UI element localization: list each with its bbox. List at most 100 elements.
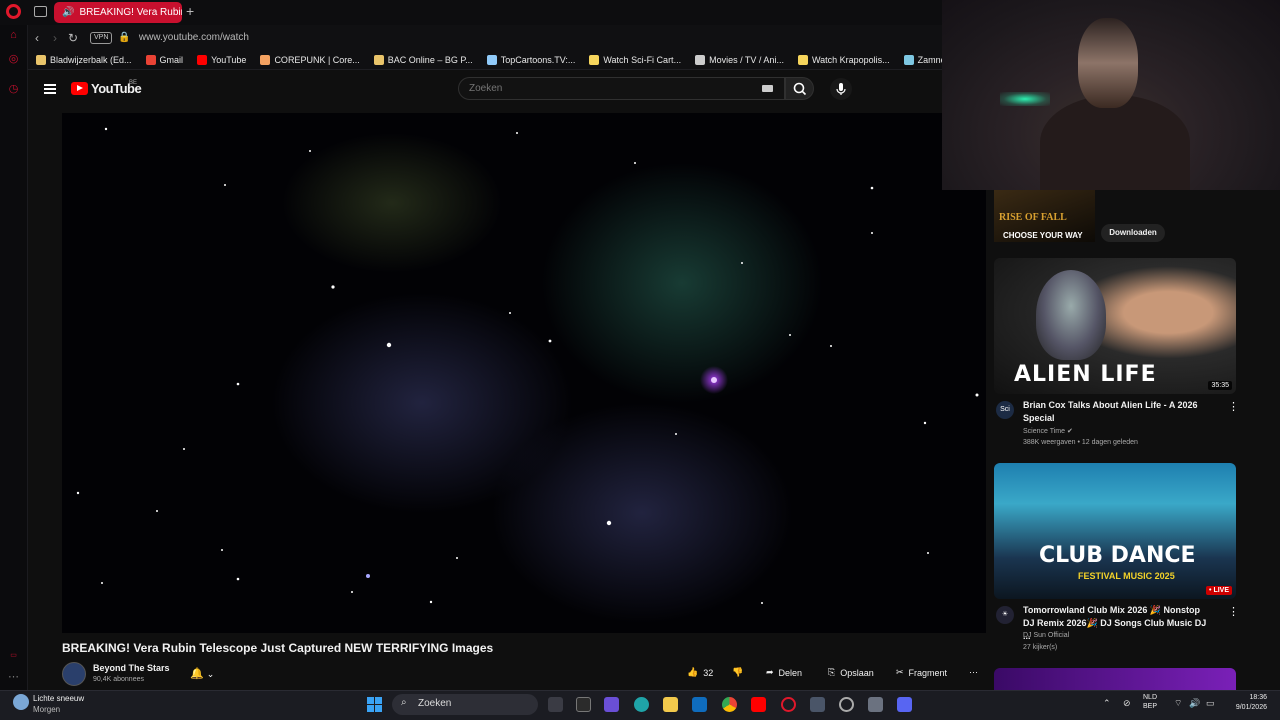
thumbnail-text: ALIEN LIFE bbox=[1014, 362, 1157, 387]
settings-gear-icon[interactable] bbox=[868, 697, 883, 712]
search-icon bbox=[793, 82, 807, 96]
weather-snow-icon[interactable] bbox=[13, 694, 29, 710]
live-label: LIVE bbox=[1213, 587, 1229, 594]
thumbnail-subtext: FESTIVAL MUSIC 2025 bbox=[1078, 571, 1175, 581]
volume-icon[interactable]: 🔊 bbox=[1189, 698, 1200, 709]
calculator-icon[interactable] bbox=[810, 697, 825, 712]
bookmark-item[interactable]: Movies / TV / Ani... bbox=[695, 54, 784, 65]
channel-avatar[interactable]: Sci bbox=[996, 401, 1014, 419]
teams-icon[interactable] bbox=[604, 697, 619, 712]
edge-icon[interactable] bbox=[634, 697, 649, 712]
bookmark-item[interactable]: Watch Krapopolis... bbox=[797, 54, 890, 65]
history-icon[interactable]: ◷ bbox=[7, 83, 20, 96]
bookmark-item[interactable]: TopCartoons.TV:... bbox=[486, 54, 575, 65]
input-language[interactable]: NLD BEP bbox=[1143, 693, 1157, 711]
thumbs-down-icon: 👎 bbox=[732, 667, 744, 677]
bookmark-icon: ⎘ bbox=[828, 667, 836, 677]
chrome-icon[interactable] bbox=[722, 697, 737, 712]
back-icon[interactable]: ‹ bbox=[28, 31, 46, 45]
search-button[interactable] bbox=[785, 77, 814, 100]
recommendation-thumbnail-2[interactable]: CLUB DANCE FESTIVAL MUSIC 2025 • LIVE bbox=[994, 463, 1236, 599]
channel-avatar-sun-icon[interactable]: ☀ bbox=[996, 606, 1014, 624]
share-button[interactable]: ➦ Delen bbox=[766, 667, 802, 678]
like-button[interactable]: 👍 32 bbox=[687, 667, 713, 678]
discord-icon[interactable] bbox=[897, 697, 912, 712]
forward-icon[interactable]: › bbox=[46, 31, 64, 45]
bookmark-item[interactable]: Bladwijzerbalk (Ed... bbox=[36, 54, 132, 65]
battery-icon[interactable]: ▭ bbox=[1206, 698, 1215, 709]
bookmark-item[interactable]: Watch Sci-Fi Cart... bbox=[589, 54, 682, 65]
bookmark-item[interactable]: COREPUNK | Core... bbox=[260, 54, 360, 65]
save-button[interactable]: ⎘ Opslaan bbox=[828, 667, 874, 678]
outlook-icon[interactable] bbox=[692, 697, 707, 712]
active-tab[interactable]: 🔊 BREAKING! Vera Rubin bbox=[54, 2, 182, 23]
keyboard-layout: BEP bbox=[1143, 703, 1158, 710]
bookmark-item[interactable]: YouTube bbox=[197, 54, 246, 65]
recommendation-thumbnail-3[interactable] bbox=[994, 668, 1236, 690]
video-player[interactable] bbox=[62, 113, 986, 633]
chevron-down-icon: ⌄ bbox=[206, 669, 215, 679]
voice-search-button[interactable] bbox=[830, 78, 852, 100]
bookmark-label: COREPUNK | Core... bbox=[274, 54, 360, 65]
opera-taskbar-icon[interactable] bbox=[781, 697, 796, 712]
clock[interactable]: 18:36 9/01/2026 bbox=[1223, 693, 1267, 713]
taskbar-search-label: Zoeken bbox=[418, 698, 452, 709]
vpn-badge[interactable]: VPN bbox=[90, 31, 113, 44]
clock-date: 9/01/2026 bbox=[1235, 704, 1267, 711]
recommendation-title-1[interactable]: Brian Cox Talks About Alien Life - A 202… bbox=[1023, 399, 1213, 425]
more-actions-button[interactable]: ⋯ bbox=[969, 667, 978, 678]
active-tab-title: BREAKING! Vera Rubin bbox=[79, 7, 182, 18]
sidebar-badge-icon[interactable]: ▭ bbox=[7, 649, 20, 662]
bookmark-favicon-icon bbox=[36, 54, 46, 65]
new-tab-button[interactable]: + bbox=[186, 3, 194, 19]
thumbs-up-icon: 👍 bbox=[687, 667, 699, 677]
windows-start-icon[interactable] bbox=[367, 697, 382, 712]
bookmark-favicon-icon bbox=[695, 54, 706, 65]
network-icon[interactable]: ⊘ bbox=[1123, 698, 1131, 709]
channel-name[interactable]: Beyond The Stars bbox=[93, 663, 170, 673]
kebab-menu-icon[interactable]: ⋮ bbox=[1228, 605, 1239, 618]
download-button[interactable]: Downloaden bbox=[1101, 224, 1165, 242]
bookmark-label: Watch Sci-Fi Cart... bbox=[603, 54, 682, 65]
file-explorer-icon[interactable] bbox=[663, 697, 678, 712]
recommendation-channel-1[interactable]: Science Time ✔ bbox=[1023, 427, 1073, 435]
recommendation-thumbnail-1[interactable]: ALIEN LIFE 35:35 bbox=[994, 258, 1236, 394]
menu-icon[interactable] bbox=[44, 84, 56, 94]
reload-icon[interactable]: ↻ bbox=[64, 31, 82, 45]
tab-workspaces-icon[interactable] bbox=[34, 6, 47, 17]
search-input[interactable] bbox=[458, 77, 785, 100]
youtube-app-icon[interactable] bbox=[751, 697, 766, 712]
recommendation-channel-2[interactable]: DJ Sun Official bbox=[1023, 632, 1069, 639]
chevron-up-icon[interactable]: ⌃ bbox=[1103, 698, 1111, 709]
thumbnail-text: CLUB DANCE bbox=[1039, 543, 1196, 568]
home-icon[interactable]: ⌂ bbox=[7, 29, 20, 42]
bookmark-item[interactable]: Gmail bbox=[145, 54, 184, 65]
bookmark-item[interactable]: BAC Online – BG P... bbox=[373, 54, 473, 65]
bookmark-item[interactable]: Zamnesia | Het Be bbox=[903, 54, 942, 65]
recommendation-meta-2: 27 kijker(s) bbox=[1023, 644, 1058, 651]
clip-button[interactable]: ✂ Fragment bbox=[896, 667, 947, 678]
ad-tagline: CHOOSE YOUR WAY bbox=[1003, 231, 1083, 240]
opera-logo-icon[interactable] bbox=[6, 4, 21, 19]
weather-day: Morgen bbox=[33, 705, 61, 714]
wifi-icon[interactable]: ⌔ bbox=[1174, 698, 1182, 709]
clip-label: Fragment bbox=[908, 667, 948, 678]
task-view-icon[interactable] bbox=[548, 697, 563, 712]
subscription-bell-button[interactable]: 🔔 ⌄ bbox=[190, 667, 214, 680]
save-label: Opslaan bbox=[840, 667, 874, 678]
url-field[interactable]: www.youtube.com/watch bbox=[139, 32, 249, 43]
more-icon[interactable]: ⋯ bbox=[7, 671, 20, 684]
weather-condition[interactable]: Lichte sneeuw bbox=[33, 694, 84, 703]
youtube-logo-icon[interactable] bbox=[71, 82, 88, 95]
dislike-button[interactable]: 👎 bbox=[732, 667, 743, 678]
taskbar-search[interactable]: ⌕ Zoeken bbox=[392, 694, 538, 715]
like-count: 32 bbox=[703, 667, 714, 678]
bookmark-favicon-icon bbox=[145, 54, 156, 65]
channel-avatar[interactable] bbox=[62, 662, 86, 686]
steam-icon[interactable] bbox=[839, 697, 854, 712]
messenger-icon[interactable]: ◎ bbox=[7, 53, 20, 66]
store-icon[interactable] bbox=[576, 697, 591, 712]
keyboard-icon[interactable] bbox=[762, 85, 773, 92]
bookmark-label: Gmail bbox=[159, 54, 184, 65]
kebab-menu-icon[interactable]: ⋮ bbox=[1228, 400, 1239, 413]
